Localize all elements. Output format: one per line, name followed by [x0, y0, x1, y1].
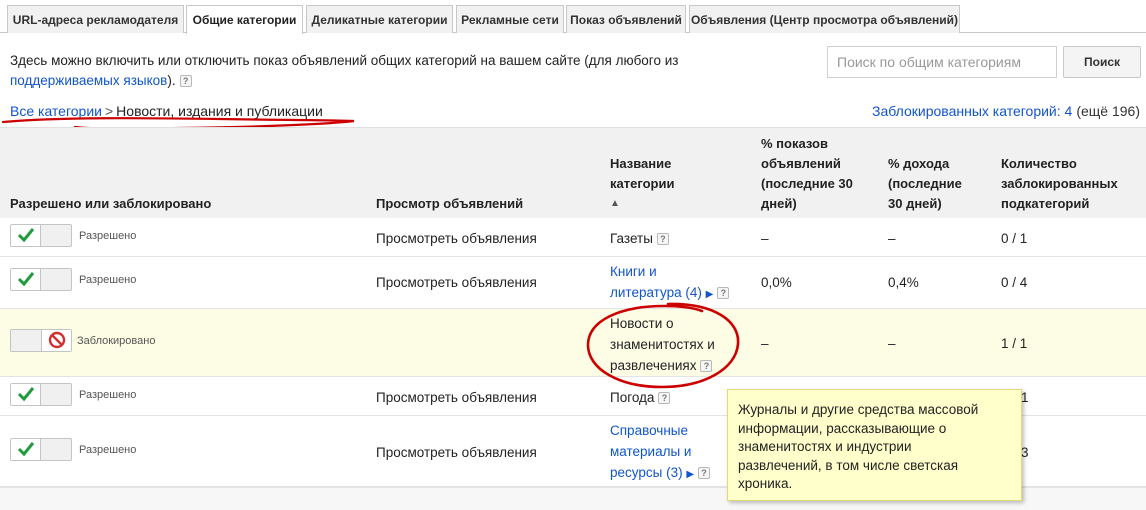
check-icon — [17, 272, 35, 287]
tab-ad-review-center[interactable]: Объявления (Центр просмотра объявлений) — [689, 5, 960, 33]
category-name[interactable]: Книги и литература (4) ▶? — [610, 261, 730, 305]
category-name: Газеты? — [610, 228, 669, 249]
revenue-value: – — [888, 231, 896, 246]
table-row: Разрешено Просмотреть объявления Газеты?… — [0, 218, 1146, 257]
blocked-subcategories-value: 0 / 4 — [1001, 275, 1028, 290]
help-icon[interactable]: ? — [698, 467, 711, 480]
help-icon[interactable]: ? — [717, 287, 730, 300]
header-preview: Просмотр объявлений — [376, 196, 524, 211]
blocked-categories-link[interactable]: Заблокированных категорий: 4 — [872, 103, 1072, 119]
triangle-right-icon[interactable]: ▶ — [706, 289, 714, 300]
intro-text-before: Здесь можно включить или отключить показ… — [10, 53, 679, 68]
sort-ascending-icon: ▲ — [610, 198, 620, 209]
blocked-subcategories-value: 3 — [1021, 445, 1029, 460]
header-blocked-subcategories: Количество заблокированных подкатегорий — [1001, 156, 1118, 211]
view-ads-link[interactable]: Просмотреть объявления — [376, 442, 537, 463]
tab-bar: URL-адреса рекламодателя Общие категории… — [0, 0, 1146, 34]
allow-block-toggle[interactable] — [10, 329, 72, 352]
impressions-value: – — [761, 336, 769, 351]
status-label: Разрешено — [79, 444, 137, 456]
table-row: Разрешено Просмотреть объявления Книги и… — [0, 257, 1146, 309]
status-label: Разрешено — [79, 274, 137, 286]
blocked-subcategories-value: 1 — [1021, 390, 1029, 405]
header-status: Разрешено или заблокировано — [10, 196, 212, 211]
table-header: Разрешено или заблокировано Просмотр объ… — [0, 127, 1146, 218]
tab-ad-networks[interactable]: Рекламные сети — [456, 5, 564, 33]
revenue-value: – — [888, 336, 896, 351]
tab-ad-serving[interactable]: Показ объявлений — [566, 5, 686, 33]
status-label: Заблокировано — [77, 335, 156, 347]
search-button[interactable]: Поиск — [1063, 46, 1141, 78]
status-label: Разрешено — [79, 230, 137, 242]
supported-languages-link[interactable]: поддерживаемых языков — [10, 73, 167, 88]
check-icon — [17, 442, 35, 457]
tab-general-categories[interactable]: Общие категории — [186, 5, 303, 34]
revenue-value: 0,4% — [888, 275, 919, 290]
status-label: Разрешено — [79, 389, 137, 401]
header-impressions: % показов объявлений (последние 30 дней) — [761, 136, 853, 211]
blocked-subcategories-value: 1 / 1 — [1001, 336, 1028, 351]
red-circle-annotation — [586, 302, 740, 389]
intro-text-after: ). — [167, 73, 176, 88]
help-icon[interactable]: ? — [656, 233, 669, 246]
tab-sensitive-categories[interactable]: Деликатные категории — [306, 5, 453, 33]
impressions-value: – — [761, 231, 769, 246]
allow-block-toggle[interactable] — [10, 383, 72, 406]
category-tooltip: Журналы и другие средства массовой инфор… — [727, 389, 1022, 501]
allow-block-toggle[interactable] — [10, 268, 72, 291]
header-category-name[interactable]: Название категории ▲ — [610, 154, 674, 214]
allow-block-toggle[interactable] — [10, 224, 72, 247]
view-ads-link[interactable]: Просмотреть объявления — [376, 272, 537, 293]
check-icon — [17, 387, 35, 402]
no-entry-icon — [48, 331, 66, 349]
category-name[interactable]: Справочные материалы и ресурсы (3) ▶? — [610, 420, 711, 485]
triangle-right-icon[interactable]: ▶ — [686, 469, 694, 480]
blocked-subcategories-value: 0 / 1 — [1001, 231, 1028, 246]
check-icon — [17, 228, 35, 243]
view-ads-link[interactable]: Просмотреть объявления — [376, 387, 537, 408]
search-input[interactable] — [827, 46, 1057, 78]
blocked-categories-rest: (ещё 196) — [1076, 103, 1140, 119]
help-icon[interactable]: ? — [658, 392, 671, 405]
allow-block-toggle[interactable] — [10, 438, 72, 461]
table-row: Заблокировано Новости о знаменитостях и … — [0, 309, 1146, 377]
intro-text: Здесь можно включить или отключить показ… — [10, 51, 770, 91]
view-ads-link[interactable]: Просмотреть объявления — [376, 228, 537, 249]
blocked-categories-summary: Заблокированных категорий: 4 (ещё 196) — [872, 103, 1140, 119]
tab-advertiser-urls[interactable]: URL-адреса рекламодателя — [7, 5, 184, 33]
impressions-value: 0,0% — [761, 275, 792, 290]
help-icon[interactable]: ? — [179, 75, 192, 88]
header-revenue: % дохода (последние 30 дней) — [888, 156, 962, 211]
